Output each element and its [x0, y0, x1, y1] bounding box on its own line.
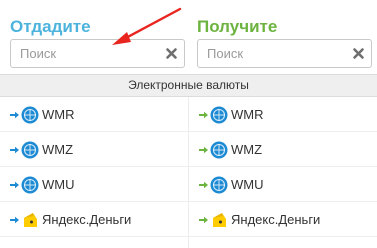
currency-row: WMU WMU: [0, 167, 377, 202]
give-currency-wmr[interactable]: WMR: [10, 97, 75, 132]
get-currency-wmr[interactable]: WMR: [199, 97, 264, 132]
direction-arrow-icon: [10, 181, 19, 188]
webmoney-icon: [21, 176, 39, 193]
get-search-box: [197, 39, 372, 68]
webmoney-icon: [21, 141, 39, 158]
give-currency-wmu[interactable]: WMU: [10, 167, 75, 202]
webmoney-icon: [210, 176, 228, 193]
direction-arrow-icon: [199, 216, 208, 223]
give-currency-wmz[interactable]: WMZ: [10, 132, 73, 167]
webmoney-icon: [210, 141, 228, 158]
currency-row: WMZ WMZ: [0, 132, 377, 167]
currency-name: WMU: [231, 177, 264, 192]
give-currency-yandex[interactable]: Яндекс.Деньги: [10, 202, 131, 237]
currency-name: Яндекс.Деньги: [231, 212, 321, 227]
get-currency-yandex[interactable]: Яндекс.Деньги: [199, 202, 320, 237]
section-header: Электронные валюты: [0, 75, 377, 97]
currency-name: Яндекс.Деньги: [42, 212, 132, 227]
direction-arrow-icon: [199, 146, 208, 153]
direction-arrow-icon: [10, 216, 19, 223]
get-search-input[interactable]: [198, 40, 371, 67]
give-column-title: Отдадите: [10, 17, 91, 36]
webmoney-icon: [210, 106, 228, 123]
currency-row: WMR WMR: [0, 97, 377, 132]
direction-arrow-icon: [199, 111, 208, 118]
direction-arrow-icon: [199, 181, 208, 188]
currency-row: Яндекс.Деньги Яндекс.Деньги: [0, 202, 377, 237]
direction-arrow-icon: [10, 111, 19, 118]
get-currency-wmu[interactable]: WMU: [199, 167, 264, 202]
currency-name: WMR: [231, 107, 264, 122]
get-column-title: Получите: [197, 17, 278, 36]
get-clear-icon[interactable]: [352, 47, 365, 60]
currency-panel: Электронные валюты WMR WMR WMZ WMZ WMU W…: [0, 74, 377, 248]
yandex-money-icon: [24, 212, 37, 227]
yandex-money-icon: [213, 212, 226, 227]
currency-name: WMZ: [231, 142, 263, 157]
currency-name: WMR: [42, 107, 75, 122]
currency-name: WMZ: [42, 142, 74, 157]
webmoney-icon: [21, 106, 39, 123]
direction-arrow-icon: [10, 146, 19, 153]
give-search-box: [10, 39, 185, 68]
currency-name: WMU: [42, 177, 75, 192]
get-currency-wmz[interactable]: WMZ: [199, 132, 262, 167]
give-search-input[interactable]: [11, 40, 184, 67]
give-clear-icon[interactable]: [165, 47, 178, 60]
